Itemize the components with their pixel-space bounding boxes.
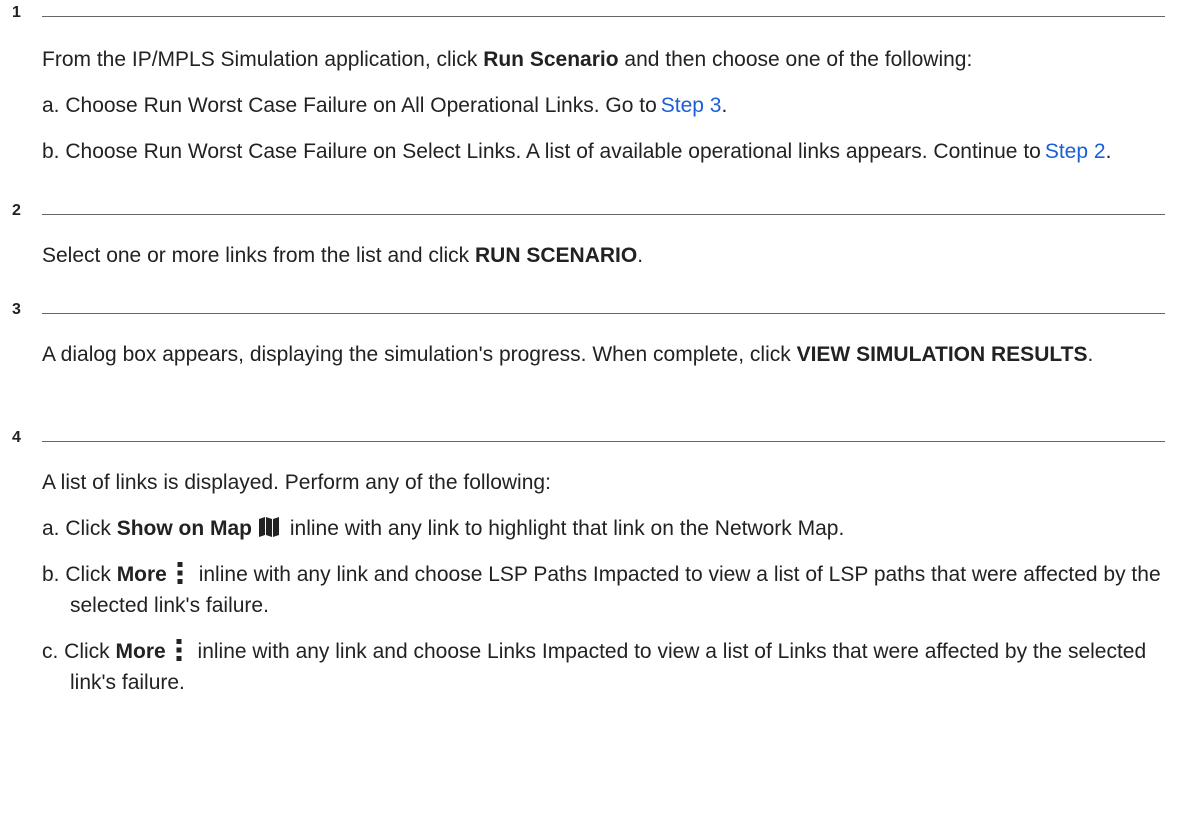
step-header: 4 (0, 425, 1177, 455)
step-body: From the IP/MPLS Simulation application,… (42, 44, 1165, 167)
step-header: 2 (0, 198, 1177, 228)
step-instruction: Select one or more links from the list a… (42, 244, 644, 267)
divider (42, 441, 1165, 442)
map-icon (259, 517, 280, 537)
divider (42, 214, 1165, 215)
more-vertical-icon (177, 562, 183, 584)
ui-label: More (115, 640, 166, 663)
step-2: 2 Select one or more links from the list… (0, 198, 1177, 271)
step-header: 3 (0, 297, 1177, 327)
step-4: 4 A list of links is displayed. Perform … (0, 425, 1177, 698)
step-number: 2 (12, 202, 21, 219)
step-3: 3 A dialog box appears, displaying the s… (0, 297, 1177, 370)
ui-label: RUN SCENARIO (475, 244, 638, 267)
sub-step: a. Choose Run Worst Case Failure on All … (42, 94, 728, 117)
step-2-link[interactable]: Step 2 (1045, 140, 1106, 163)
step-instruction: From the IP/MPLS Simulation application,… (42, 48, 973, 71)
step-body: Select one or more links from the list a… (42, 240, 1165, 271)
sub-step: a. Click Show on Map inline with any lin… (42, 517, 845, 540)
step-number: 4 (12, 429, 21, 446)
step-number: 1 (12, 4, 21, 21)
step-1: 1 From the IP/MPLS Simulation applicatio… (0, 0, 1177, 167)
divider (42, 16, 1165, 17)
ui-label: More (116, 563, 167, 586)
sub-step: c. Click More inline with any link and c… (42, 639, 1147, 694)
more-vertical-icon (176, 639, 182, 661)
step-3-link[interactable]: Step 3 (661, 94, 722, 117)
step-instruction: A dialog box appears, displaying the sim… (42, 343, 1094, 366)
step-body: A dialog box appears, displaying the sim… (42, 339, 1165, 370)
ui-label: Show on Map (116, 517, 253, 540)
ui-label: Run Scenario (483, 48, 619, 71)
step-instruction: A list of links is displayed. Perform an… (42, 471, 551, 494)
step-header: 1 (0, 0, 1177, 30)
sub-step: b. Choose Run Worst Case Failure on Sele… (42, 140, 1112, 163)
step-number: 3 (12, 301, 21, 318)
ui-label: VIEW SIMULATION RESULTS (796, 343, 1088, 366)
divider (42, 313, 1165, 314)
sub-step: b. Click More inline with any link and c… (42, 562, 1161, 617)
step-body: A list of links is displayed. Perform an… (42, 467, 1165, 698)
